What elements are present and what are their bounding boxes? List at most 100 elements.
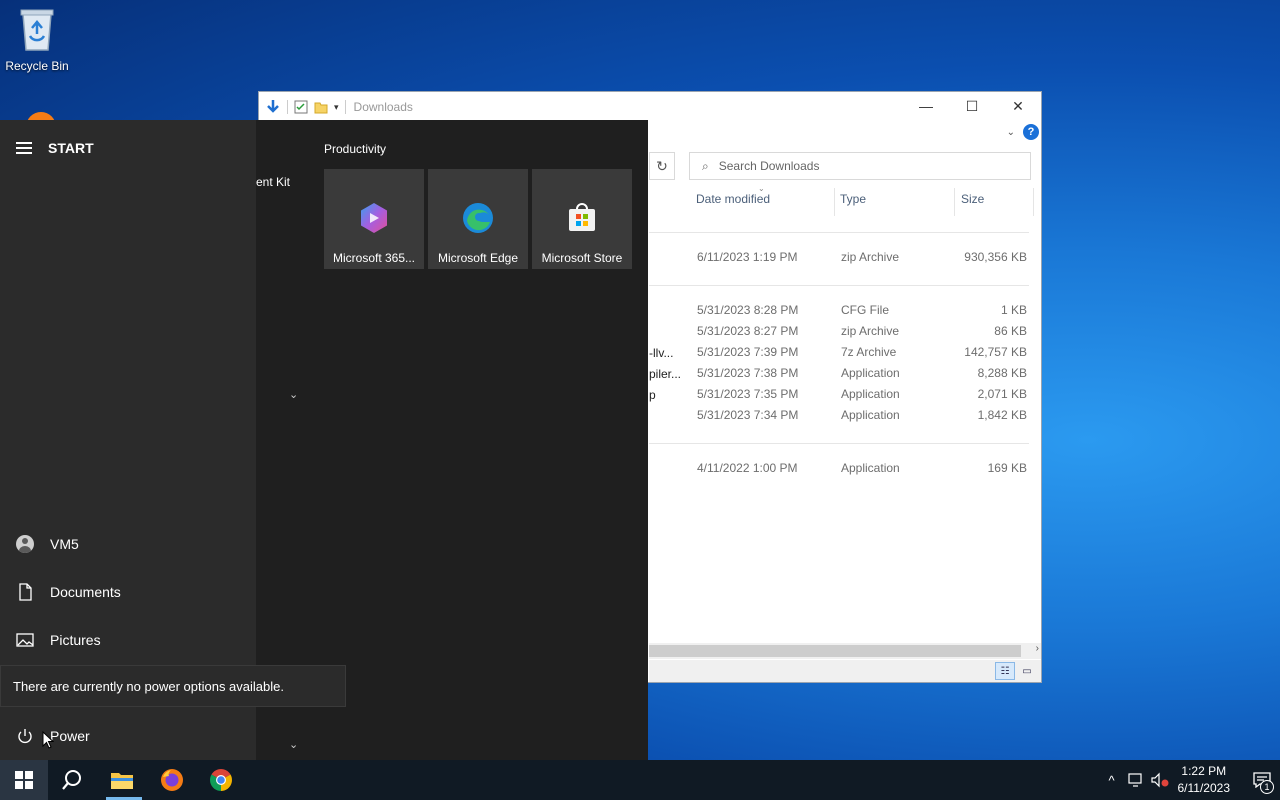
- refresh-button[interactable]: ↻: [649, 152, 675, 180]
- start-title: START: [48, 140, 94, 156]
- mouse-cursor-icon: [42, 731, 54, 749]
- action-center-button[interactable]: 1: [1244, 772, 1280, 794]
- scroll-right-icon[interactable]: ›: [1036, 643, 1039, 654]
- start-menu: START ent Kit ⌄ ⌄ Productivity Microsoft…: [0, 120, 648, 760]
- taskbar-chrome[interactable]: [197, 760, 245, 800]
- tile-label: Microsoft Store: [541, 251, 623, 265]
- column-header-size[interactable]: Size: [961, 192, 984, 212]
- taskbar-clock[interactable]: 1:22 PM 6/11/2023: [1178, 763, 1231, 797]
- download-arrow-icon: [267, 100, 279, 113]
- file-row[interactable]: 5/31/2023 8:28 PM CFG File 1 KB: [645, 300, 1031, 321]
- system-tray: ^ 1:22 PM 6/11/2023 1: [1100, 760, 1280, 800]
- file-type: zip Archive: [841, 250, 900, 264]
- tile-label: Microsoft 365...: [332, 251, 416, 265]
- volume-muted-icon[interactable]: [1148, 772, 1172, 788]
- app-list-item-partial[interactable]: ent Kit: [256, 175, 290, 189]
- start-header[interactable]: START: [16, 140, 94, 156]
- horizontal-scrollbar[interactable]: ›: [649, 643, 1041, 659]
- large-icons-view-icon: ▭: [1022, 665, 1032, 677]
- column-header-date[interactable]: Date modified: [696, 192, 770, 212]
- help-icon[interactable]: ?: [1023, 124, 1039, 140]
- clock-time: 1:22 PM: [1181, 764, 1227, 778]
- taskbar-file-explorer[interactable]: [98, 760, 146, 800]
- file-type: zip Archive: [841, 324, 900, 338]
- file-row[interactable]: 4/11/2022 1:00 PM Application 169 KB: [645, 458, 1031, 479]
- column-divider[interactable]: [1033, 188, 1034, 216]
- file-size: 142,757 KB: [964, 345, 1027, 359]
- file-row[interactable]: 5/31/2023 7:34 PM Application 1,842 KB: [645, 405, 1031, 426]
- file-date: 5/31/2023 7:35 PM: [697, 387, 799, 401]
- network-icon[interactable]: [1124, 772, 1148, 788]
- search-input[interactable]: ⌕ Search Downloads: [689, 152, 1031, 180]
- column-divider[interactable]: [954, 188, 955, 216]
- window-controls: — ☐ ✕: [903, 92, 1041, 120]
- start-documents[interactable]: Documents: [0, 572, 256, 612]
- pictures-label: Pictures: [50, 632, 101, 648]
- taskbar: ^ 1:22 PM 6/11/2023 1: [0, 760, 1280, 800]
- start-user-account[interactable]: VM5: [0, 524, 256, 564]
- file-size: 169 KB: [987, 461, 1027, 475]
- recycle-bin-desktop-icon[interactable]: Recycle Bin: [0, 6, 74, 73]
- file-row[interactable]: 5/31/2023 7:38 PM Application 8,288 KB: [645, 363, 1031, 384]
- tile-microsoft-edge[interactable]: Microsoft Edge: [428, 169, 528, 269]
- firefox-icon: [161, 769, 183, 791]
- file-row[interactable]: 5/31/2023 8:27 PM zip Archive 86 KB: [645, 321, 1031, 342]
- start-pictures[interactable]: Pictures: [0, 620, 256, 660]
- tile-microsoft-store[interactable]: Microsoft Store: [532, 169, 632, 269]
- qa-separator: [287, 100, 288, 114]
- file-row[interactable]: 6/11/2023 1:19 PM zip Archive 930,356 KB: [645, 247, 1031, 268]
- file-size: 1 KB: [1000, 303, 1027, 317]
- recycle-bin-icon: [20, 9, 54, 51]
- chevron-down-icon[interactable]: ⌄: [289, 738, 298, 751]
- minimize-button[interactable]: —: [903, 92, 949, 120]
- new-folder-icon[interactable]: [314, 100, 328, 114]
- ribbon-expand-icon[interactable]: ⌄: [1007, 127, 1015, 138]
- start-power[interactable]: Power: [0, 716, 256, 756]
- search-placeholder: Search Downloads: [718, 159, 820, 173]
- details-view-button[interactable]: ☷: [995, 662, 1015, 680]
- column-divider[interactable]: [834, 188, 835, 216]
- properties-icon[interactable]: [294, 100, 308, 114]
- file-size: 2,071 KB: [977, 387, 1027, 401]
- tile-group-label: Productivity: [324, 142, 387, 156]
- file-date: 4/11/2022 1:00 PM: [697, 461, 798, 475]
- folder-icon: [111, 773, 133, 789]
- file-date: 6/11/2023 1:19 PM: [697, 250, 798, 264]
- file-row[interactable]: 5/31/2023 7:39 PM 7z Archive 142,757 KB: [645, 342, 1031, 363]
- large-icons-view-button[interactable]: ▭: [1017, 662, 1037, 680]
- file-size: 930,356 KB: [964, 250, 1027, 264]
- clock-date: 6/11/2023: [1177, 781, 1231, 795]
- tile-microsoft-365[interactable]: Microsoft 365...: [324, 169, 424, 269]
- qa-separator: [344, 100, 346, 114]
- notification-count-badge: 1: [1260, 780, 1274, 794]
- taskbar-firefox[interactable]: [148, 760, 196, 800]
- chevron-down-icon[interactable]: ⌄: [289, 388, 298, 401]
- file-date: 5/31/2023 8:28 PM: [697, 303, 799, 317]
- document-icon: [19, 583, 32, 601]
- documents-label: Documents: [50, 584, 121, 600]
- file-type: Application: [841, 408, 900, 422]
- file-type: 7z Archive: [841, 345, 897, 359]
- file-row[interactable]: 5/31/2023 7:35 PM Application 2,071 KB: [645, 384, 1031, 405]
- file-size: 86 KB: [994, 324, 1027, 338]
- recycle-bin-label: Recycle Bin: [5, 59, 69, 73]
- file-type: Application: [841, 461, 900, 475]
- scrollbar-thumb[interactable]: [649, 645, 1021, 657]
- start-side-rail: [0, 120, 256, 760]
- file-date: 5/31/2023 7:34 PM: [697, 408, 799, 422]
- file-size: 8,288 KB: [977, 366, 1027, 380]
- file-date: 5/31/2023 8:27 PM: [697, 324, 799, 338]
- show-hidden-icons-icon[interactable]: ^: [1100, 773, 1124, 788]
- start-button[interactable]: [0, 760, 48, 800]
- power-label: Power: [50, 728, 90, 744]
- maximize-button[interactable]: ☐: [949, 92, 995, 120]
- qa-dropdown-icon[interactable]: ▾: [334, 102, 339, 113]
- tile-label: Microsoft Edge: [437, 251, 519, 265]
- microsoft-store-icon: [569, 203, 595, 231]
- column-header-type[interactable]: Type: [840, 192, 866, 212]
- file-date: 5/31/2023 7:38 PM: [697, 366, 799, 380]
- microsoft-edge-icon: [463, 203, 493, 233]
- close-button[interactable]: ✕: [995, 92, 1041, 120]
- microsoft-365-icon: [361, 203, 387, 233]
- search-button[interactable]: [48, 760, 96, 800]
